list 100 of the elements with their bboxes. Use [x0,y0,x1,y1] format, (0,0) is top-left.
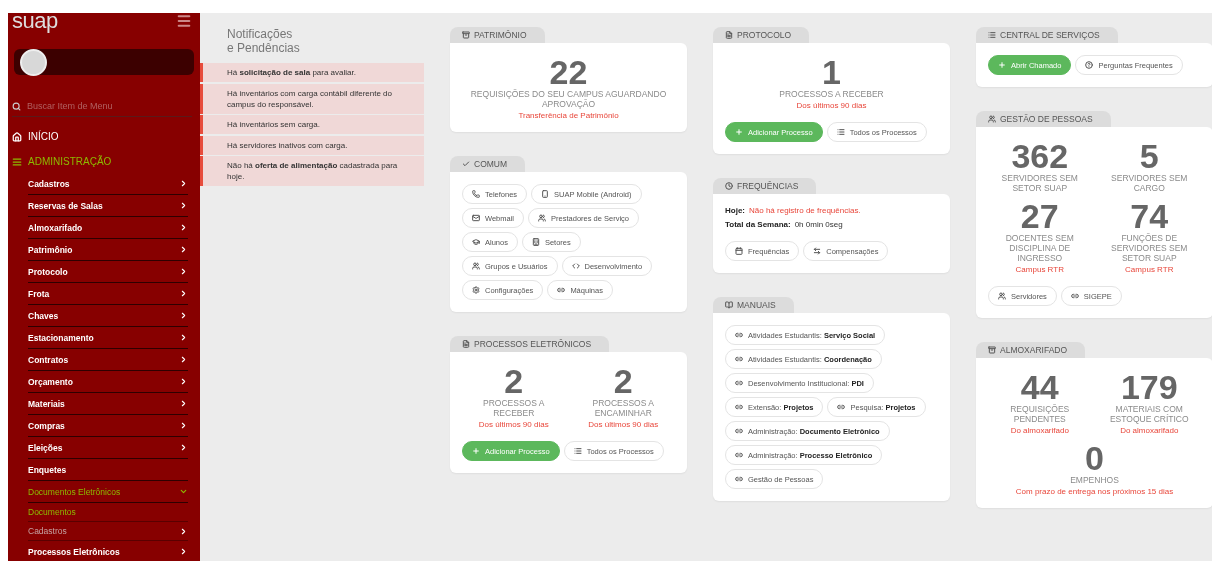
user-bar[interactable] [14,49,194,75]
card-title: FREQUÊNCIAS [737,181,799,191]
notification-item[interactable]: Há inventários com carga contábil diferente do campus do responsável. [200,83,424,114]
stat-note[interactable]: Campus RTR [1125,265,1174,274]
button-icon [1085,61,1094,69]
button-icon [735,331,743,339]
card-title: PATRIMÔNIO [474,30,527,40]
button-icon [472,238,480,246]
menu-item[interactable]: Eleições [28,437,188,459]
button-icon [472,286,480,294]
card-icon [988,115,996,123]
card-title: MANUAIS [737,300,776,310]
menu-item[interactable]: Patrimônio [28,239,188,261]
stat-value: 22 [549,55,588,89]
stat-label: REQUISIÇÕES DO SEU CAMPUS AGUARDANDO APROVAÇÃO [469,89,668,109]
notification-item[interactable]: Há inventários sem carga. [200,115,424,134]
button-icon [538,214,547,222]
chevron-right-icon [179,267,188,276]
card-icon [725,31,733,39]
menu-section[interactable]: INÍCIO [12,131,200,142]
menu-item[interactable]: Almoxarifado [28,217,188,239]
card-title: PROCESSOS ELETRÔNICOS [474,339,592,349]
stat-note[interactable]: Dos últimos 90 dias [588,420,659,429]
chevron-right-icon [179,355,188,364]
menu-item[interactable]: Enquetes [28,459,188,481]
card-icon [988,346,996,354]
card-title: PROTOCOLO [737,30,792,40]
info-value: 0h 0min 0seg [794,220,843,229]
chevron-right-icon [179,526,188,536]
button-icon [836,128,845,136]
stat-note[interactable]: Dos últimos 90 dias [478,420,549,429]
plus-icon [735,128,743,136]
submenu-item[interactable]: Cadastros [28,522,188,541]
menu-item[interactable]: Cadastros [28,173,188,195]
stat-label: SERVIDORES SEM SETOR SUAP [1000,173,1079,193]
button-icon [735,379,743,387]
menu-item[interactable]: Contratos [28,349,188,371]
button-icon [531,238,540,246]
stat-label: PROCESSOS A RECEBER [779,89,884,99]
menu-item[interactable]: Compras [28,415,188,437]
card-icon [725,182,733,190]
stat-note[interactable]: Com prazo de entrega nos próximos 15 dias [1015,487,1174,496]
button-icon [472,214,480,222]
button-icon [472,190,480,198]
stat-label: DOCENTES SEM DISCIPLINA DE INGRESSO [1004,233,1075,263]
button-icon [541,190,550,198]
chevron-right-icon [179,547,188,556]
stat-label: MATERIAIS COM ESTOQUE CRÍTICO [1108,404,1190,424]
button-icon [571,262,580,270]
button-icon [998,292,1006,300]
menu-item[interactable]: Reservas de Salas [28,195,188,217]
button-icon [1070,292,1079,300]
menu-item[interactable]: Materiais [28,393,188,415]
logo: suap [12,13,58,31]
notification-item[interactable]: Há servidores inativos com carga. [200,135,424,155]
notification-item[interactable]: Há solicitação de sala para avaliar. [200,63,424,82]
info-label: Total da Semana: [725,220,791,229]
menu-item[interactable]: Frota [28,283,188,305]
stat-note[interactable]: Campus RTR [1015,265,1064,274]
stat-note[interactable]: Do almoxarifado [1120,426,1179,435]
card-title: ALMOXARIFADO [1000,345,1068,355]
stat-label: PROCESSOS A ENCAMINHAR [591,398,655,418]
menu-item[interactable]: Protocolo [28,261,188,283]
chevron-right-icon [179,179,188,188]
home-icon [12,131,22,142]
stat-value: 44 [1020,370,1059,404]
menu-item[interactable]: Orçamento [28,371,188,393]
chevron-right-icon [179,289,188,298]
card-title: CENTRAL DE SERVIÇOS [1000,30,1100,40]
stat-label: SERVIDORES SEM CARGO [1110,173,1189,193]
plus-icon [998,61,1006,69]
stat-label: PROCESSOS A RECEBER [482,398,546,418]
button-icon [735,475,743,483]
search-field[interactable]: Buscar Item de Menu [27,101,177,111]
button-icon [735,247,743,255]
menu-section[interactable]: ADMINISTRAÇÃO [12,156,200,167]
chevron-right-icon [179,399,188,408]
menu-item[interactable]: Estacionamento [28,327,188,349]
card-title: GESTÃO DE PESSOAS [1000,114,1093,124]
menu-item[interactable]: Processos Eletrônicos [28,541,188,561]
info-label: Hoje: [725,206,745,215]
stat-note[interactable]: Do almoxarifado [1010,426,1069,435]
notification-item[interactable]: Não há oferta de alimentação cadastrada para hoje. [200,156,424,186]
submenu-item[interactable]: Documentos [28,503,188,522]
info-value: Não há registro de frequências. [749,206,861,215]
stat-label: EMPENHOS [1070,475,1119,485]
stat-value: 5 [1139,139,1159,173]
menu-icon[interactable] [176,13,192,29]
button-icon [735,451,743,459]
menu-item[interactable]: Documentos Eletrônicos [28,481,188,503]
stat-note[interactable]: Dos últimos 90 dias [796,101,867,110]
stat-value: 27 [1020,199,1059,233]
menu-item[interactable]: Chaves [28,305,188,327]
card-icon [462,160,470,168]
chevron-right-icon [179,311,188,320]
card-title: COMUM [474,159,508,169]
button-icon [573,447,582,455]
button-icon [472,262,480,270]
stat-note[interactable]: Transferência de Patrimônio [518,111,619,120]
chevron-right-icon [179,377,188,386]
